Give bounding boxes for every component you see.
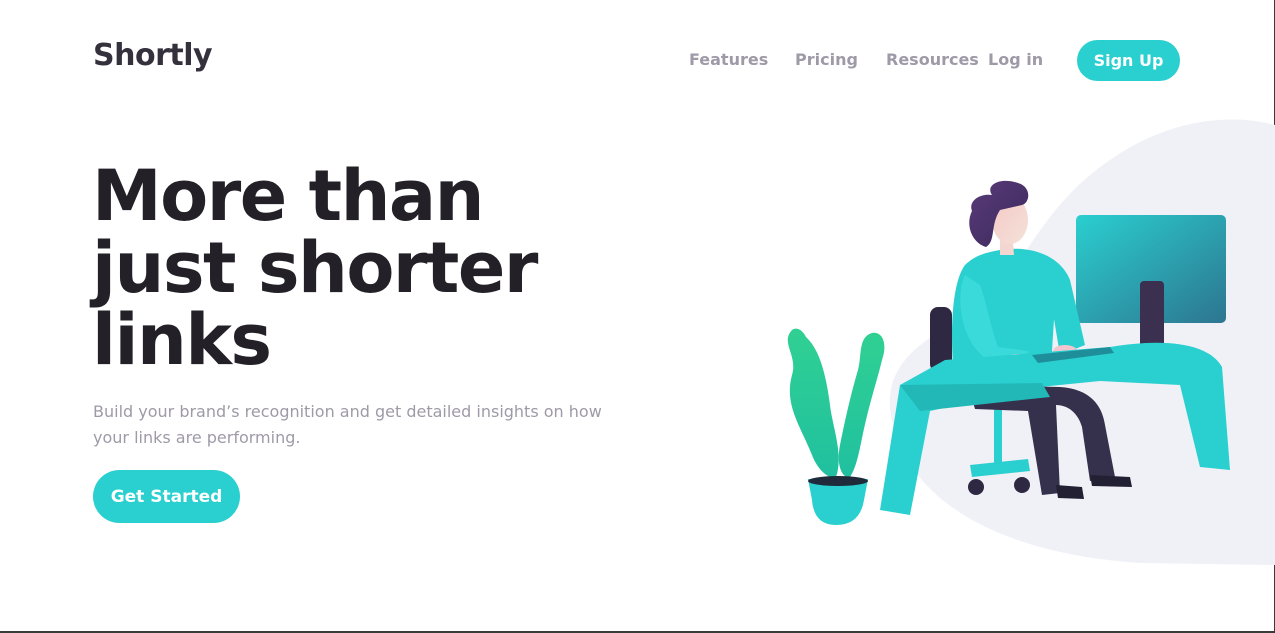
get-started-button[interactable]: Get Started bbox=[93, 470, 240, 523]
chair-wheel bbox=[1014, 477, 1030, 493]
hero-title-line: links bbox=[92, 299, 272, 381]
nav-link-resources[interactable]: Resources bbox=[886, 50, 979, 69]
nav-link-pricing[interactable]: Pricing bbox=[795, 50, 858, 69]
chair-post bbox=[994, 403, 1002, 463]
hero-title-line: just shorter bbox=[92, 227, 538, 309]
chair-wheel bbox=[968, 479, 984, 495]
signup-button[interactable]: Sign Up bbox=[1077, 40, 1180, 81]
plant-leaf bbox=[838, 332, 885, 478]
hero-title: More than just shorter links bbox=[92, 160, 612, 376]
plant-leaf bbox=[787, 328, 839, 478]
hero-title-line: More than bbox=[92, 155, 484, 237]
login-link[interactable]: Log in bbox=[988, 50, 1043, 69]
hero-description: Build your brand’s recognition and get d… bbox=[93, 402, 602, 447]
working-person-illustration bbox=[787, 119, 1275, 565]
nav-link-features[interactable]: Features bbox=[689, 50, 768, 69]
plant-pot-rim bbox=[808, 476, 868, 486]
brand-logo[interactable]: Shortly bbox=[93, 38, 213, 73]
